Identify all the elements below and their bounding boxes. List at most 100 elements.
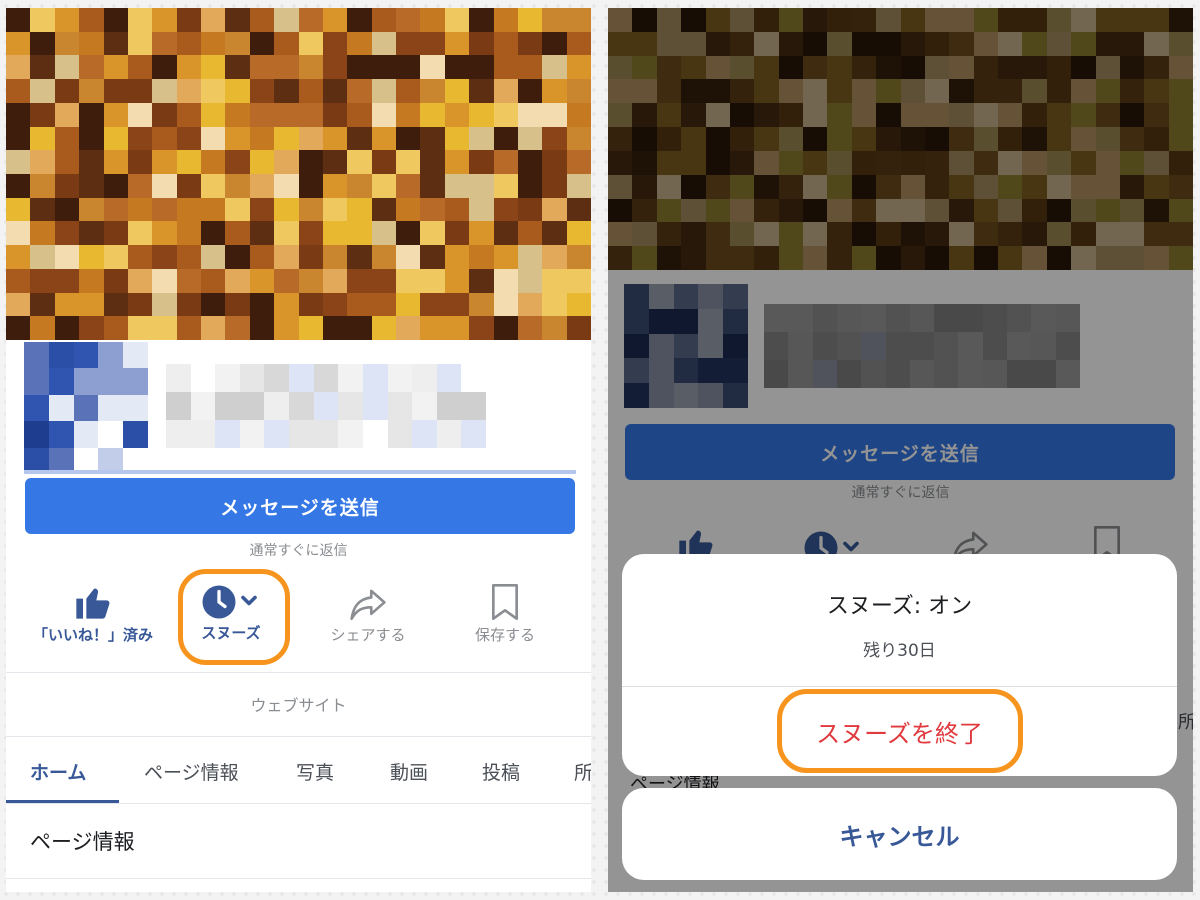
cancel-button[interactable]: キャンセル xyxy=(622,788,1177,880)
mosaic-tile xyxy=(127,55,153,80)
divider xyxy=(6,878,591,879)
mosaic-tile xyxy=(322,31,348,56)
mosaic-tile xyxy=(542,316,567,340)
send-message-label: メッセージを送信 xyxy=(220,496,380,519)
mosaic-tile xyxy=(542,245,567,269)
mosaic-tile xyxy=(566,292,591,317)
tab-more[interactable]: 所 xyxy=(574,758,591,785)
mosaic-tile xyxy=(322,102,348,127)
mosaic-tile xyxy=(73,394,99,422)
mosaic-tile xyxy=(461,364,486,392)
mosaic-tile xyxy=(176,292,201,317)
mosaic-tile xyxy=(127,126,153,151)
mosaic-tile xyxy=(166,364,191,392)
mosaic-tile xyxy=(420,79,445,103)
save-button[interactable]: 保存する xyxy=(440,582,570,644)
mosaic-tile xyxy=(103,8,128,32)
reply-note: 通常すぐに返信 xyxy=(249,543,348,559)
profile-picture[interactable] xyxy=(24,342,148,474)
mosaic-tile xyxy=(201,102,226,127)
mosaic-tile xyxy=(469,173,494,198)
mosaic-tile xyxy=(420,268,445,293)
mosaic-tile xyxy=(190,420,216,448)
website-link[interactable]: ウェブサイト xyxy=(6,692,591,716)
mosaic-tile xyxy=(152,173,177,198)
mosaic-tile xyxy=(362,364,388,392)
share-button[interactable]: シェアする xyxy=(303,586,433,644)
like-button[interactable]: 「いいね！」済み xyxy=(28,582,158,644)
mosaic-tile xyxy=(420,292,445,317)
mosaic-tile xyxy=(30,221,55,246)
mosaic-tile xyxy=(322,221,348,246)
mosaic-tile xyxy=(274,221,299,246)
mosaic-tile xyxy=(152,126,177,151)
mosaic-tile xyxy=(347,221,372,246)
mosaic-tile xyxy=(54,79,80,103)
mosaic-tile xyxy=(79,173,104,198)
mosaic-tile xyxy=(6,8,31,32)
tab-page-info[interactable]: ページ情報 xyxy=(144,758,239,785)
mosaic-tile xyxy=(298,268,323,293)
mosaic-tile xyxy=(313,392,339,420)
send-message-button[interactable]: メッセージを送信 xyxy=(25,478,575,534)
mosaic-tile xyxy=(123,421,148,448)
mosaic-tile xyxy=(79,126,104,151)
mosaic-tile xyxy=(123,394,148,422)
mosaic-tile xyxy=(79,102,104,127)
mosaic-tile xyxy=(566,173,591,198)
mosaic-tile xyxy=(493,316,518,340)
mosaic-tile xyxy=(493,102,518,127)
mosaic-tile xyxy=(127,197,153,222)
mosaic-tile xyxy=(176,8,201,32)
mosaic-tile xyxy=(127,245,153,269)
mosaic-tile xyxy=(48,342,74,369)
tab-posts[interactable]: 投稿 xyxy=(482,758,520,785)
mosaic-tile xyxy=(30,55,55,80)
mosaic-tile xyxy=(79,8,104,32)
divider xyxy=(6,803,591,804)
mosaic-tile xyxy=(517,292,543,317)
mosaic-tile xyxy=(6,79,31,103)
mosaic-tile xyxy=(396,79,421,103)
mosaic-tile xyxy=(298,173,323,198)
divider xyxy=(6,736,591,737)
mosaic-tile xyxy=(347,268,372,293)
mosaic-tile xyxy=(249,8,275,32)
mosaic-tile xyxy=(420,150,445,174)
mosaic-tile xyxy=(322,292,348,317)
mosaic-tile xyxy=(436,420,462,448)
mosaic-tile xyxy=(274,316,299,340)
mosaic-tile xyxy=(6,197,31,222)
mosaic-tile xyxy=(371,8,396,32)
tab-videos[interactable]: 動画 xyxy=(390,758,428,785)
tab-home[interactable]: ホーム xyxy=(30,758,86,785)
mosaic-tile xyxy=(371,221,396,246)
mosaic-tile xyxy=(371,173,396,198)
mosaic-tile xyxy=(73,421,99,448)
tab-photos[interactable]: 写真 xyxy=(296,758,334,785)
mosaic-tile xyxy=(176,316,201,340)
mosaic-tile xyxy=(347,292,372,317)
mosaic-tile xyxy=(371,316,396,340)
sheet-title: スヌーズ: オン xyxy=(826,594,973,619)
mosaic-tile xyxy=(54,221,80,246)
mosaic-tile xyxy=(176,268,201,293)
mosaic-tile xyxy=(469,8,494,32)
mosaic-tile xyxy=(152,316,177,340)
mosaic-tile xyxy=(322,8,348,32)
mosaic-tile xyxy=(469,31,494,56)
mosaic-tile xyxy=(239,364,265,392)
mosaic-tile xyxy=(249,150,275,174)
mosaic-tile xyxy=(444,316,470,340)
mosaic-tile xyxy=(493,79,518,103)
mosaic-tile xyxy=(371,292,396,317)
mosaic-tile xyxy=(190,392,216,420)
mosaic-tile xyxy=(444,126,470,151)
mosaic-tile xyxy=(24,368,49,395)
mosaic-tile xyxy=(127,268,153,293)
mosaic-tile xyxy=(322,268,348,293)
mosaic-tile xyxy=(176,55,201,80)
mosaic-tile xyxy=(298,221,323,246)
mosaic-tile xyxy=(347,102,372,127)
mosaic-tile xyxy=(30,150,55,174)
